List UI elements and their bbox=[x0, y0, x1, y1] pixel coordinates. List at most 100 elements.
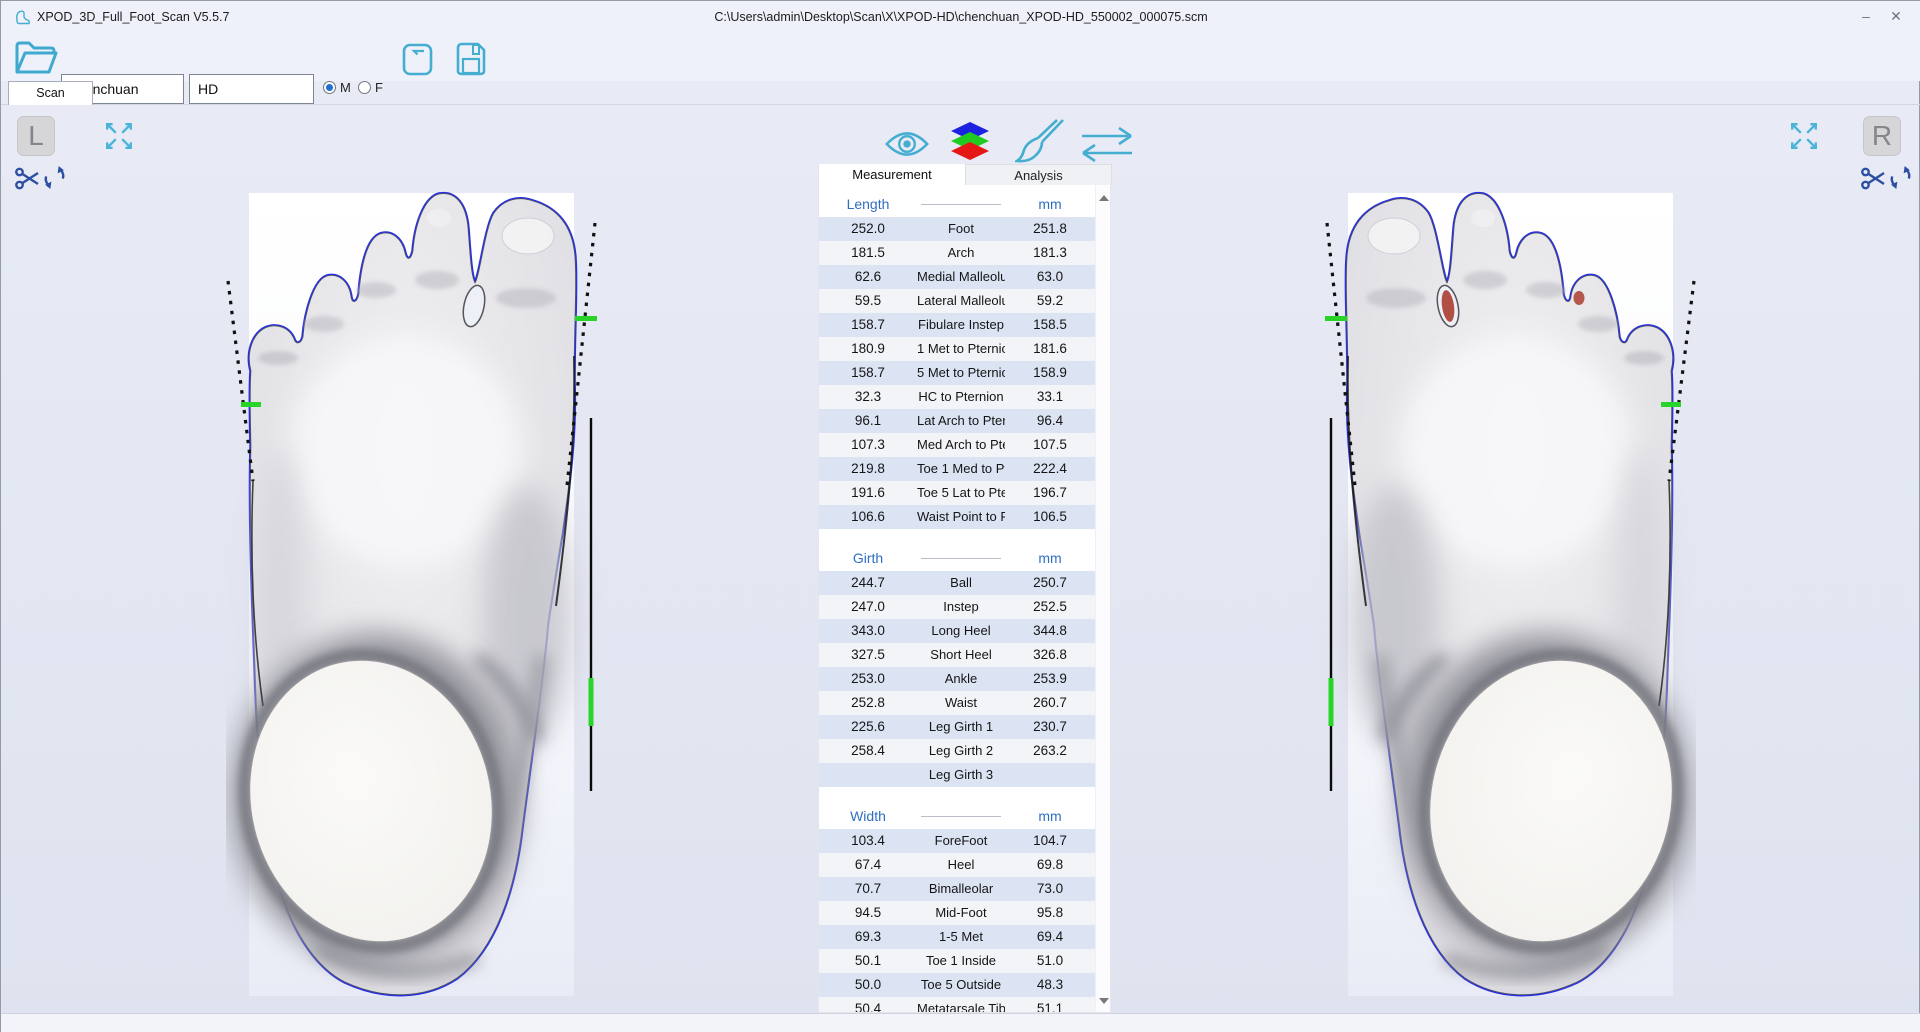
measure-row[interactable]: 106.6Waist Point to Pternio106.5 bbox=[819, 505, 1095, 529]
measure-row[interactable]: 225.6Leg Girth 1230.7 bbox=[819, 715, 1095, 739]
measure-value: 219.8 bbox=[819, 457, 917, 481]
left-foot-scan-viewport[interactable] bbox=[226, 186, 626, 1013]
measure-row[interactable]: 343.0Long Heel344.8 bbox=[819, 619, 1095, 643]
measure-row[interactable]: 50.4Metatarsale Tibiale51.1 bbox=[819, 997, 1095, 1012]
section-gap bbox=[819, 529, 1095, 545]
measure-row[interactable]: 96.1Lat Arch to Pternion96.4 bbox=[819, 409, 1095, 433]
measure-value: 191.6 bbox=[819, 481, 917, 505]
right-foot-button[interactable]: R bbox=[1863, 116, 1901, 156]
measure-row[interactable]: 253.0Ankle253.9 bbox=[819, 667, 1095, 691]
tab-measurement[interactable]: Measurement bbox=[819, 164, 965, 185]
measure-row[interactable]: 252.8Waist260.7 bbox=[819, 691, 1095, 715]
radio-circle bbox=[323, 81, 336, 94]
title-bar: XPOD_3D_Full_Foot_Scan V5.5.7 C:\Users\a… bbox=[1, 1, 1920, 31]
expand-icon[interactable] bbox=[104, 121, 134, 151]
measure-value: 50.4 bbox=[819, 997, 917, 1012]
panel-scrollbar[interactable] bbox=[1095, 185, 1110, 1012]
measure-row[interactable]: 327.5Short Heel326.8 bbox=[819, 643, 1095, 667]
measure-name: Short Heel bbox=[917, 643, 1005, 667]
measure-value: 69.3 bbox=[819, 925, 917, 949]
scroll-down-icon[interactable] bbox=[1099, 998, 1109, 1004]
measure-row[interactable]: 67.4Heel69.8 bbox=[819, 853, 1095, 877]
measure-row[interactable]: 244.7Ball250.7 bbox=[819, 571, 1095, 595]
measure-name: Leg Girth 3 bbox=[917, 763, 1005, 787]
measure-value: 73.0 bbox=[1005, 877, 1095, 901]
measure-row[interactable]: 70.7Bimalleolar73.0 bbox=[819, 877, 1095, 901]
measure-row[interactable]: 50.0Toe 5 Outside48.3 bbox=[819, 973, 1095, 997]
measure-row[interactable]: 180.91 Met to Pternion181.6 bbox=[819, 337, 1095, 361]
measure-name: Metatarsale Tibiale bbox=[917, 997, 1005, 1012]
measure-value: 158.7 bbox=[819, 313, 917, 337]
measure-value: 33.1 bbox=[1005, 385, 1095, 409]
scissors-icon[interactable] bbox=[15, 167, 40, 190]
measure-row[interactable]: 103.4ForeFoot104.7 bbox=[819, 829, 1095, 853]
measure-row[interactable]: 181.5Arch181.3 bbox=[819, 241, 1095, 265]
measure-name: Toe 1 Inside bbox=[917, 949, 1005, 973]
measure-row[interactable]: 69.31-5 Met69.4 bbox=[819, 925, 1095, 949]
measure-value: 51.0 bbox=[1005, 949, 1095, 973]
measure-row[interactable]: 62.6Medial Malleolus63.0 bbox=[819, 265, 1095, 289]
section-divider bbox=[921, 558, 1001, 559]
measure-row[interactable]: 94.5Mid-Foot95.8 bbox=[819, 901, 1095, 925]
measure-row[interactable]: 158.75 Met to Pternion158.9 bbox=[819, 361, 1095, 385]
measure-row[interactable]: 191.6Toe 5 Lat to Pternion196.7 bbox=[819, 481, 1095, 505]
tab-scan[interactable]: Scan bbox=[8, 81, 93, 105]
section-gap bbox=[819, 787, 1095, 803]
scissors-icon[interactable] bbox=[1861, 167, 1886, 190]
minimize-icon[interactable]: – bbox=[1855, 5, 1877, 27]
radio-circle bbox=[358, 81, 371, 94]
measure-row[interactable]: 50.1Toe 1 Inside51.0 bbox=[819, 949, 1095, 973]
rotate-icon[interactable] bbox=[43, 165, 66, 190]
measure-value: 158.5 bbox=[1005, 313, 1095, 337]
gender-male-label: M bbox=[340, 80, 351, 95]
measure-value: 95.8 bbox=[1005, 901, 1095, 925]
measure-row[interactable]: 59.5Lateral Malleolus59.2 bbox=[819, 289, 1095, 313]
measure-row[interactable]: 158.7Fibulare Instep158.5 bbox=[819, 313, 1095, 337]
measure-name: Ankle bbox=[917, 667, 1005, 691]
scan-icon[interactable] bbox=[401, 40, 435, 78]
measure-row[interactable]: 252.0Foot251.8 bbox=[819, 217, 1095, 241]
close-icon[interactable]: ✕ bbox=[1885, 5, 1907, 27]
section-header-width: Widthmm bbox=[819, 803, 1095, 829]
measure-value: 70.7 bbox=[819, 877, 917, 901]
measure-body: Lengthmm252.0Foot251.8181.5Arch181.362.6… bbox=[819, 185, 1095, 1012]
rotate-icon[interactable] bbox=[1889, 165, 1912, 190]
measure-value: 247.0 bbox=[819, 595, 917, 619]
eye-icon[interactable] bbox=[885, 128, 929, 160]
right-foot-scan-viewport[interactable] bbox=[1296, 186, 1696, 1013]
measure-row[interactable]: 247.0Instep252.5 bbox=[819, 595, 1095, 619]
measure-value: 106.5 bbox=[1005, 505, 1095, 529]
measurement-panel: Measurement Analysis Lengthmm252.0Foot25… bbox=[818, 164, 1111, 1013]
gender-radio-male[interactable]: M bbox=[323, 80, 351, 95]
measure-row[interactable]: 219.8Toe 1 Med to Pternior222.4 bbox=[819, 457, 1095, 481]
left-foot-button[interactable]: L bbox=[17, 116, 55, 156]
measure-value: 225.6 bbox=[819, 715, 917, 739]
measure-value: 32.3 bbox=[819, 385, 917, 409]
swap-icon[interactable] bbox=[1079, 126, 1135, 162]
measure-name: Toe 1 Med to Pternior bbox=[917, 457, 1005, 481]
toolbar: M F bbox=[1, 31, 1920, 81]
measure-name: HC to Pternion bbox=[917, 385, 1005, 409]
open-folder-icon[interactable] bbox=[13, 38, 60, 78]
measure-row[interactable]: 32.3HC to Pternion33.1 bbox=[819, 385, 1095, 409]
layers-icon[interactable] bbox=[949, 122, 991, 162]
tab-analysis[interactable]: Analysis bbox=[965, 164, 1112, 185]
measure-name: Lateral Malleolus bbox=[917, 289, 1005, 313]
measure-row[interactable]: Leg Girth 3 bbox=[819, 763, 1095, 787]
scroll-up-icon[interactable] bbox=[1099, 195, 1109, 201]
measure-value: 344.8 bbox=[1005, 619, 1095, 643]
brush-icon[interactable] bbox=[1015, 118, 1067, 164]
measure-value: 251.8 bbox=[1005, 217, 1095, 241]
model-input[interactable] bbox=[189, 74, 314, 104]
save-icon[interactable] bbox=[454, 40, 488, 78]
measure-value: 48.3 bbox=[1005, 973, 1095, 997]
measure-row[interactable]: 258.4Leg Girth 2263.2 bbox=[819, 739, 1095, 763]
gender-radio-female[interactable]: F bbox=[358, 80, 383, 95]
expand-icon[interactable] bbox=[1789, 121, 1819, 151]
radio-dot bbox=[326, 84, 333, 91]
measure-value: 67.4 bbox=[819, 853, 917, 877]
measure-value: 107.5 bbox=[1005, 433, 1095, 457]
measure-value: 107.3 bbox=[819, 433, 917, 457]
section-title: Girth bbox=[819, 550, 917, 566]
measure-row[interactable]: 107.3Med Arch to Pternion107.5 bbox=[819, 433, 1095, 457]
